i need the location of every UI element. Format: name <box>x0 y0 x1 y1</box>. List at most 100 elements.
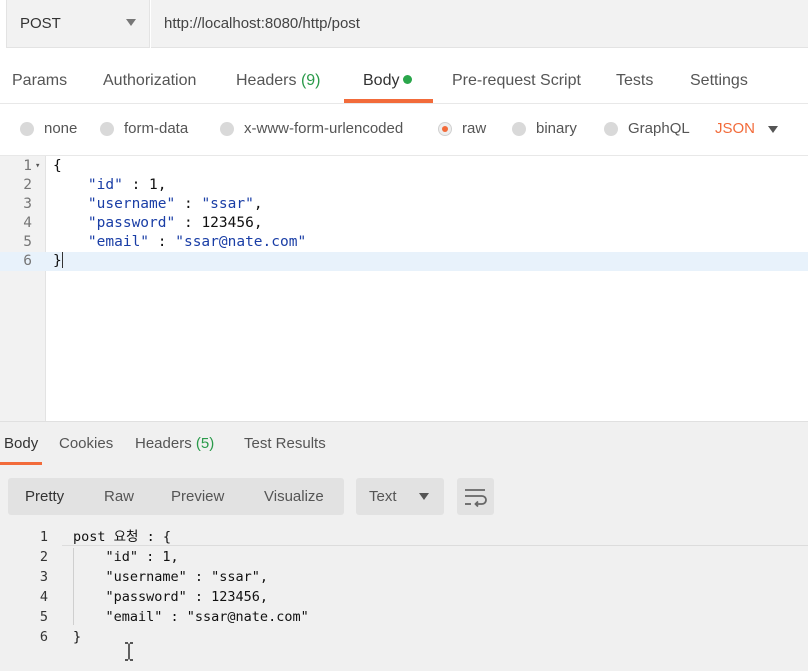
radio-selected-icon <box>438 121 452 136</box>
code-text: "email" : "ssar@nate.com" <box>87 234 307 250</box>
resp-tab-body[interactable]: Body <box>4 435 38 452</box>
radio-graphql-label: GraphQL <box>628 120 690 137</box>
response-text: } <box>73 629 82 645</box>
open-brace: { <box>53 158 62 174</box>
radio-binary[interactable]: binary <box>512 120 577 137</box>
json-value: 1 <box>149 177 158 193</box>
tab-authorization-label: Authorization <box>103 72 197 89</box>
view-raw-button[interactable]: Raw <box>104 488 134 505</box>
radio-urlencoded-label: x-www-form-urlencoded <box>244 120 404 137</box>
json-value: "ssar" <box>201 196 254 212</box>
radio-form-data-label: form-data <box>124 120 189 137</box>
tab-settings[interactable]: Settings <box>690 72 748 90</box>
line-number: 2 <box>39 549 48 565</box>
resp-tab-test-results-label: Test Results <box>244 435 326 452</box>
request-body-editor[interactable]: 1 ▾ { 2 "id" : 1, 3 "username" : "ssar",… <box>0 155 808 422</box>
radio-urlencoded[interactable]: x-www-form-urlencoded <box>220 120 403 137</box>
code-text: { <box>53 157 62 176</box>
line-number: 6 <box>39 629 48 645</box>
body-type-radios: none form-data x-www-form-urlencoded raw… <box>0 112 808 148</box>
response-format-select[interactable]: Text <box>356 478 444 515</box>
response-text: "email" : "ssar@nate.com" <box>73 609 309 625</box>
response-line: 5 "email" : "ssar@nate.com" <box>0 607 808 627</box>
tab-settings-label: Settings <box>690 72 748 89</box>
line-number: 3 <box>23 196 32 212</box>
code-text: } <box>53 252 63 271</box>
text-cursor-icon <box>125 642 133 661</box>
line-number: 5 <box>39 609 48 625</box>
url-text: http://localhost:8080/http/post <box>164 15 360 32</box>
word-wrap-button[interactable] <box>457 478 494 515</box>
line-number: 6 <box>23 253 32 269</box>
code-line-active: 6 } <box>0 252 808 271</box>
response-text: "username" : "ssar", <box>73 569 269 585</box>
radio-circle-icon <box>512 121 526 136</box>
radio-raw-label: raw <box>462 120 487 137</box>
radio-circle-icon <box>220 121 234 136</box>
code-line: 3 "username" : "ssar", <box>0 195 808 214</box>
tab-params-label: Params <box>12 72 68 89</box>
response-body-viewer[interactable]: 1 post 요청 : { 2 "id" : 1, 3 "username" :… <box>0 525 808 671</box>
tab-tests[interactable]: Tests <box>616 72 653 90</box>
method-label: POST <box>20 15 61 32</box>
url-input[interactable]: http://localhost:8080/http/post <box>151 0 808 48</box>
resp-tab-cookies[interactable]: Cookies <box>59 435 113 452</box>
indent-guide <box>73 548 74 625</box>
json-value: 123456 <box>201 215 254 231</box>
radio-graphql[interactable]: GraphQL <box>604 120 690 137</box>
resp-tab-headers-label: Headers <box>135 435 192 452</box>
text-cursor <box>61 252 63 268</box>
response-format-label: Text <box>369 488 397 505</box>
line-number: 2 <box>23 177 32 193</box>
response-text: "id" : 1, <box>73 549 179 565</box>
response-line: 2 "id" : 1, <box>0 547 808 567</box>
request-url-bar: POST http://localhost:8080/http/post <box>0 0 808 48</box>
tab-headers[interactable]: Headers (9) <box>236 72 321 90</box>
editor-edge <box>62 545 808 546</box>
resp-tab-cookies-label: Cookies <box>59 435 114 452</box>
radio-form-data[interactable]: form-data <box>100 120 188 137</box>
tab-headers-count: (9) <box>300 72 321 89</box>
resp-tab-body-label: Body <box>4 435 39 452</box>
resp-tab-headers[interactable]: Headers (5) <box>135 435 214 452</box>
tab-pre-request-script[interactable]: Pre-request Script <box>452 72 581 90</box>
format-select[interactable]: JSON <box>715 120 755 137</box>
tab-authorization[interactable]: Authorization <box>103 72 196 90</box>
method-select[interactable]: POST <box>6 0 150 48</box>
word-wrap-icon <box>465 489 487 508</box>
view-preview-button[interactable]: Preview <box>171 488 224 505</box>
response-line: 3 "username" : "ssar", <box>0 567 808 587</box>
response-line: 1 post 요청 : { <box>0 527 808 547</box>
code-text: "id" : 1, <box>87 177 167 193</box>
tab-params[interactable]: Params <box>12 72 67 90</box>
chevron-down-icon <box>126 19 136 26</box>
response-line: 6 } <box>0 627 808 647</box>
code-text: "password" : 123456, <box>87 215 263 231</box>
tab-pre-request-label: Pre-request Script <box>452 72 581 89</box>
chevron-down-icon <box>419 493 429 500</box>
json-key: "username" <box>87 196 176 212</box>
radio-binary-label: binary <box>536 120 577 137</box>
fold-arrow-icon[interactable]: ▾ <box>35 157 40 176</box>
resp-tab-headers-count: (5) <box>195 435 215 452</box>
view-pretty-button[interactable]: Pretty <box>25 488 64 505</box>
tab-headers-label: Headers <box>236 72 297 89</box>
tab-body[interactable]: Body <box>363 72 413 90</box>
active-dot-icon <box>403 75 413 84</box>
line-number: 1 <box>23 158 32 174</box>
radio-none[interactable]: none <box>20 120 77 137</box>
chevron-down-icon[interactable] <box>768 126 778 133</box>
radio-circle-icon <box>20 121 34 136</box>
line-number: 3 <box>39 569 48 585</box>
resp-tab-test-results[interactable]: Test Results <box>244 435 326 452</box>
response-line: 4 "password" : 123456, <box>0 587 808 607</box>
line-number: 4 <box>23 215 32 231</box>
json-key: "id" <box>87 177 123 193</box>
radio-circle-icon <box>604 121 618 136</box>
radio-none-label: none <box>44 120 78 137</box>
line-number: 4 <box>39 589 48 605</box>
json-value: "ssar@nate.com" <box>175 234 307 250</box>
request-tabs: Params Authorization Headers (9) Body Pr… <box>0 62 808 104</box>
radio-raw[interactable]: raw <box>438 120 486 137</box>
view-visualize-button[interactable]: Visualize <box>264 488 324 505</box>
